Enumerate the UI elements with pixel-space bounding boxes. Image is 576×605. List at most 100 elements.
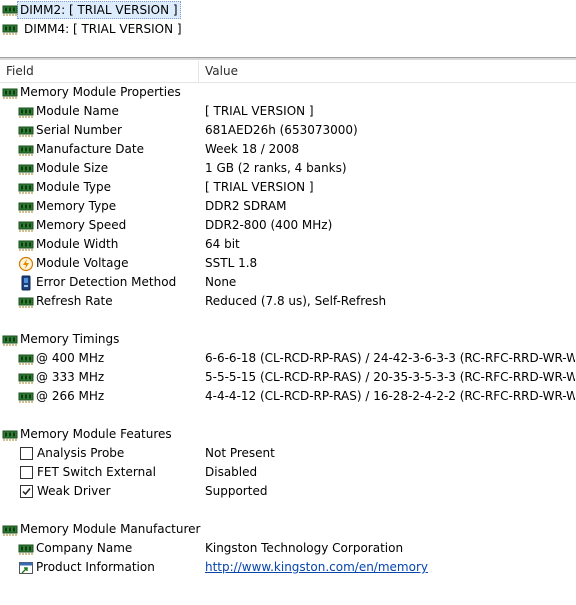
property-row-module-name[interactable]: Module Name [ TRIAL VERSION ]	[0, 102, 576, 121]
memory-chip-icon	[2, 85, 18, 101]
pane-splitter[interactable]	[0, 57, 576, 60]
field-cell: Module Name	[18, 102, 119, 121]
list-header: Field Value	[0, 61, 576, 83]
memory-chip-icon	[18, 161, 34, 177]
field-label: Company Name	[36, 541, 133, 555]
value-cell: http://www.kingston.com/en/memory	[205, 558, 575, 577]
field-label: FET Switch External	[37, 465, 156, 479]
field-label: Module Size	[36, 161, 109, 175]
memory-chip-icon	[18, 180, 34, 196]
column-header-field[interactable]: Field	[0, 61, 199, 82]
field-label: Module Voltage	[36, 256, 129, 270]
property-row-memory-speed[interactable]: Memory Speed DDR2-800 (400 MHz)	[0, 216, 576, 235]
field-cell: Company Name	[18, 539, 132, 558]
group-title: Memory Timings	[20, 332, 120, 346]
group-title: Memory Module Manufacturer	[20, 522, 201, 536]
property-row-module-voltage[interactable]: Module Voltage SSTL 1.8	[0, 254, 576, 273]
memory-chip-icon	[18, 351, 34, 367]
value-cell: 64 bit	[205, 237, 240, 251]
property-row-serial-number[interactable]: Serial Number 681AED26h (653073000)	[0, 121, 576, 140]
field-cell: Analysis Probe	[18, 444, 124, 463]
field-cell: Product Information	[18, 558, 155, 577]
value-cell: Reduced (7.8 us), Self-Refresh	[205, 294, 387, 308]
memory-chip-icon	[2, 2, 18, 18]
value-cell: Not Present	[205, 446, 275, 460]
memory-chip-icon	[18, 237, 34, 253]
memory-chip-icon	[18, 199, 34, 215]
value-cell: [ TRIAL VERSION ]	[205, 180, 314, 194]
group-header-cell: Memory Timings	[2, 330, 119, 349]
group-header-cell: Memory Module Manufacturer	[2, 520, 200, 539]
device-list: DIMM2: [ TRIAL VERSION ] DIMM4: [ TRIAL …	[0, 0, 576, 56]
property-row-error-detection-method[interactable]: Error Detection Method None	[0, 273, 576, 292]
field-label: Manufacture Date	[36, 142, 144, 156]
checkbox-checked-icon	[20, 485, 33, 498]
field-label: Refresh Rate	[36, 294, 113, 308]
column-header-value[interactable]: Value	[199, 61, 575, 82]
value-cell: None	[205, 275, 237, 289]
properties-list: Field Value Memory Module Properties Modu…	[0, 61, 576, 605]
group-header-cell: Memory Module Properties	[2, 83, 181, 102]
field-cell: @ 400 MHz	[18, 349, 104, 368]
field-cell: @ 333 MHz	[18, 368, 104, 387]
property-row-module-type[interactable]: Module Type [ TRIAL VERSION ]	[0, 178, 576, 197]
property-row-333-mhz[interactable]: @ 333 MHz 5-5-5-15 (CL-RCD-RP-RAS) / 20-3…	[0, 368, 576, 387]
error-detection-icon	[18, 275, 34, 291]
field-cell: Refresh Rate	[18, 292, 113, 311]
value-cell: SSTL 1.8	[205, 256, 258, 270]
product-info-link[interactable]: http://www.kingston.com/en/memory	[205, 560, 428, 574]
group-header-cell: Memory Module Features	[2, 425, 172, 444]
property-row-module-size[interactable]: Module Size 1 GB (2 ranks, 4 banks)	[0, 159, 576, 178]
field-label: Module Width	[36, 237, 119, 251]
group-header-memory-module-features[interactable]: Memory Module Features	[0, 425, 576, 444]
value-cell: DDR2-800 (400 MHz)	[205, 218, 333, 232]
field-label: @ 400 MHz	[36, 351, 105, 365]
group-header-memory-module-manufacturer[interactable]: Memory Module Manufacturer	[0, 520, 576, 539]
memory-chip-icon	[2, 427, 18, 443]
field-cell: Weak Driver	[18, 482, 111, 501]
memory-chip-icon	[2, 332, 18, 348]
memory-chip-icon	[2, 522, 18, 538]
property-row-266-mhz[interactable]: @ 266 MHz 4-4-4-12 (CL-RCD-RP-RAS) / 16-2…	[0, 387, 576, 406]
field-label: Module Name	[36, 104, 119, 118]
memory-chip-icon	[18, 142, 34, 158]
field-label: Serial Number	[36, 123, 122, 137]
property-row-analysis-probe[interactable]: Analysis Probe Not Present	[0, 444, 576, 463]
value-cell: 4-4-4-12 (CL-RCD-RP-RAS) / 16-28-2-4-2-2…	[205, 389, 575, 403]
value-cell: Disabled	[205, 465, 258, 479]
property-row-memory-type[interactable]: Memory Type DDR2 SDRAM	[0, 197, 576, 216]
web-link-icon	[18, 560, 34, 576]
property-row-company-name[interactable]: Company Name Kingston Technology Corporat…	[0, 539, 576, 558]
field-label: @ 266 MHz	[36, 389, 105, 403]
field-label: Weak Driver	[37, 484, 111, 498]
device-label: DIMM2: [ TRIAL VERSION ]	[17, 1, 181, 19]
value-cell: Kingston Technology Corporation	[205, 541, 404, 555]
device-item-dimm4[interactable]: DIMM4: [ TRIAL VERSION ]	[2, 20, 186, 38]
memory-chip-icon	[18, 389, 34, 405]
group-header-memory-module-properties[interactable]: Memory Module Properties	[0, 83, 576, 102]
device-item-dimm2[interactable]: DIMM2: [ TRIAL VERSION ]	[2, 1, 181, 19]
property-row-product-information[interactable]: Product Information http://www.kingston.c…	[0, 558, 576, 577]
property-row-refresh-rate[interactable]: Refresh Rate Reduced (7.8 us), Self-Refre…	[0, 292, 576, 311]
field-label: Module Type	[36, 180, 112, 194]
field-cell: @ 266 MHz	[18, 387, 104, 406]
field-cell: Module Voltage	[18, 254, 128, 273]
device-label: DIMM4: [ TRIAL VERSION ]	[24, 22, 182, 36]
property-row-400-mhz[interactable]: @ 400 MHz 6-6-6-18 (CL-RCD-RP-RAS) / 24-4…	[0, 349, 576, 368]
memory-chip-icon	[18, 218, 34, 234]
property-row-fet-switch-external[interactable]: FET Switch External Disabled	[0, 463, 576, 482]
checkbox-unchecked-icon	[20, 447, 33, 460]
field-cell: Module Width	[18, 235, 118, 254]
field-label: Memory Type	[36, 199, 117, 213]
value-cell: 5-5-5-15 (CL-RCD-RP-RAS) / 20-35-3-5-3-3…	[205, 370, 575, 384]
group-header-memory-timings[interactable]: Memory Timings	[0, 330, 576, 349]
field-cell: Error Detection Method	[18, 273, 176, 292]
value-cell: 681AED26h (653073000)	[205, 123, 358, 137]
memory-chip-icon	[18, 541, 34, 557]
value-cell: 1 GB (2 ranks, 4 banks)	[205, 161, 347, 175]
property-row-manufacture-date[interactable]: Manufacture Date Week 18 / 2008	[0, 140, 576, 159]
field-cell: Module Type	[18, 178, 111, 197]
property-row-weak-driver[interactable]: Weak Driver Supported	[0, 482, 576, 501]
property-row-module-width[interactable]: Module Width 64 bit	[0, 235, 576, 254]
field-cell: Serial Number	[18, 121, 122, 140]
